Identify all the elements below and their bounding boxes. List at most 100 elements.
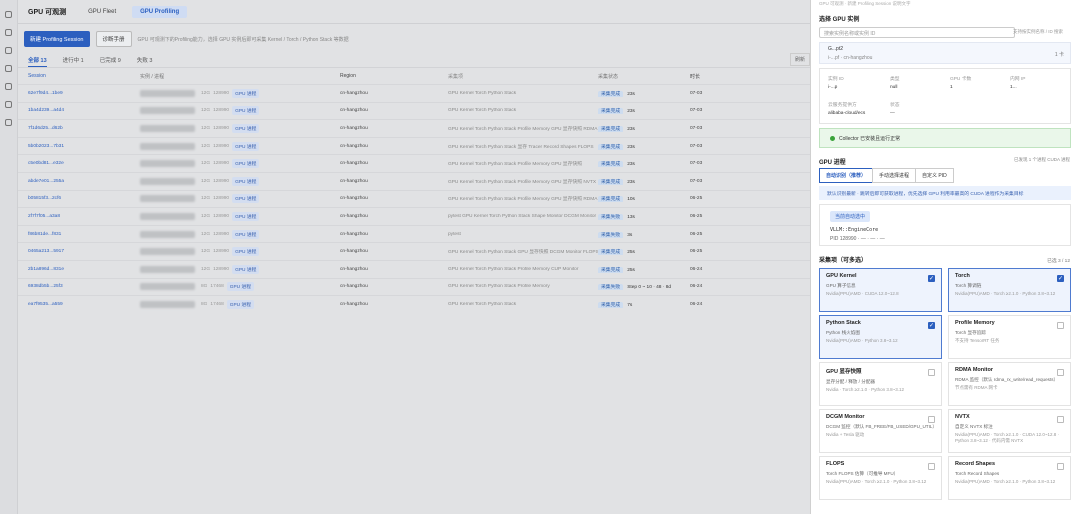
session-link[interactable]: 7f1d6d25...d62b — [28, 126, 140, 131]
checkbox[interactable] — [928, 369, 935, 376]
table-row[interactable]: 1ba4d239...a4d4 12G 128990 GPU 进程 cn-hangzho… — [18, 101, 810, 120]
checkbox[interactable] — [928, 416, 935, 423]
col-session: Session — [28, 73, 46, 79]
checkbox[interactable] — [1057, 463, 1064, 470]
filter-failed[interactable]: 失败 3 — [137, 56, 153, 67]
instance-extra: 12G — [201, 196, 211, 202]
action-bar: 新建 Profiling Session 诊断手册 GPU 可观测下的Profi… — [18, 24, 810, 48]
guide-button[interactable]: 诊断手册 — [95, 31, 132, 47]
checkbox[interactable] — [1057, 369, 1064, 376]
instance-extra: 8G — [201, 284, 208, 290]
collect-item-card[interactable]: RDMA Monitor RDMA 监控（默认 rdma_rx_write/rea… — [948, 362, 1071, 406]
collect-item-card[interactable]: FLOPS Torch FLOPS 估算（可推导 MFU） Nvidia(PPU)A… — [819, 456, 942, 500]
session-link[interactable]: 1ba4d239...a4d4 — [28, 108, 140, 113]
table-row[interactable]: c5e0bd81...e32e 12G 128990 GPU 进程 cn-hangzho… — [18, 154, 810, 172]
session-link[interactable]: abde7e01...255a — [28, 179, 140, 184]
session-link[interactable]: 6938db5b...25f3 — [28, 284, 140, 289]
instance-cell: 12G 128990 GPU 进程 — [140, 141, 340, 151]
tab-auto-detect[interactable]: 自动识别（推荐） — [819, 168, 874, 183]
filter-running[interactable]: 进行中 1 — [63, 56, 84, 67]
checkbox[interactable]: ✓ — [1057, 275, 1064, 282]
process-tag: GPU 进程 — [232, 229, 260, 239]
session-link[interactable]: b05815f3...2cf6 — [28, 196, 140, 201]
redacted-block — [140, 177, 195, 185]
table-row[interactable]: 5b0b2023...7b31 12G 128990 GPU 进程 cn-hangzho… — [18, 136, 810, 155]
region-cell: cn-hangzhou — [340, 90, 368, 96]
settings-icon[interactable] — [5, 83, 12, 90]
session-link[interactable]: 2f7f7f05...a3a8 — [28, 214, 140, 219]
collect-item-desc: Python 栈火焰图 — [826, 330, 860, 335]
status-badge: 采集完成 — [598, 143, 624, 150]
session-table: 62e7f9d4...1be9 12G 128990 GPU 进程 cn-hangzho… — [18, 84, 810, 313]
list-icon[interactable] — [5, 29, 12, 36]
instance-extra: 12G — [201, 125, 211, 131]
create-session-button[interactable]: 新建 Profiling Session — [24, 31, 90, 47]
tab-custom-pid[interactable]: 自定义 PID — [915, 168, 954, 183]
checkbox[interactable]: ✓ — [928, 322, 935, 329]
checkbox[interactable] — [928, 463, 935, 470]
instance-search-input[interactable]: 搜索实例名称或实例 ID — [819, 27, 1015, 38]
process-id: 128990 — [213, 266, 230, 272]
checkbox[interactable]: ✓ — [928, 275, 935, 282]
table-row[interactable]: b05815f3...2cf6 12G 128990 GPU 进程 cn-hangzho… — [18, 189, 810, 208]
collect-item-card[interactable]: Torch Torch 算调链 Nvidia(PPU)AMD · Torch ≥2.… — [948, 268, 1071, 312]
redacted-block — [140, 300, 195, 308]
instance-name: G...pt2 — [828, 46, 844, 52]
collect-item-card[interactable]: Python Stack Python 栈火焰图 Nvidia(PPU)AMD · … — [819, 315, 942, 359]
collect-item-card[interactable]: DCGM Monitor DCGM 监控（默认 FB_FREE/FB_USED/G… — [819, 409, 942, 453]
chart-icon[interactable] — [5, 47, 12, 54]
filter-all[interactable]: 全部 13 — [28, 56, 47, 67]
process-tag: GPU 进程 — [232, 106, 260, 116]
instance-cell: 12G 128990 GPU 进程 — [140, 106, 340, 116]
tab-manual-select[interactable]: 手动选择进程 — [872, 168, 917, 183]
table-row[interactable]: 2f7f7f05...a3a8 12G 128990 GPU 进程 cn-hangzho… — [18, 207, 810, 225]
table-row[interactable]: 62e7f9d4...1be9 12G 128990 GPU 进程 cn-hangzho… — [18, 84, 810, 102]
process-id: 128990 — [213, 196, 230, 202]
session-link[interactable]: 0465a213...5917 — [28, 249, 140, 254]
session-link[interactable]: ea7f9535...a559 — [28, 302, 140, 307]
left-rail — [0, 0, 18, 514]
table-row[interactable]: 0465a213...5917 12G 128990 GPU 进程 cn-hangzho… — [18, 242, 810, 260]
gpu-icon[interactable] — [5, 65, 12, 72]
collect-item-card[interactable]: GPU 显存快照 显存分配 / 释放 / 分配器 Nvidia · Torch ≥2… — [819, 362, 942, 406]
bell-icon[interactable] — [5, 101, 12, 108]
instance-sub: i-...pf · cn-hangzhou — [828, 55, 873, 61]
refresh-button[interactable]: 刷新 — [789, 53, 810, 66]
collect-item-card[interactable]: Record Shapes Torch Record Shapes Nvidia(P… — [948, 456, 1071, 500]
filter-done[interactable]: 已完成 9 — [100, 56, 121, 67]
time-cell: 06-24 — [690, 266, 703, 272]
session-link[interactable]: 62e7f9d4...1be9 — [28, 91, 140, 96]
time-cell: 06-24 — [690, 284, 703, 290]
collect-item-card[interactable]: Profile Memory Torch 显存追踪 不支持 TensorRT 任务 — [948, 315, 1071, 359]
session-link[interactable]: f86b81de...f831 — [28, 232, 140, 237]
checkbox[interactable] — [1057, 416, 1064, 423]
process-tag: GPU 进程 — [232, 264, 260, 274]
collect-cell: GPU Kernel Torch Python Stack Profile Me… — [448, 179, 597, 185]
session-link[interactable]: 5b0b2023...7b31 — [28, 144, 140, 149]
table-row[interactable]: ea7f9535...a559 8G 17468 GPU 进程 cn-hangzhou G… — [18, 295, 810, 313]
time-cell: 06-25 — [690, 231, 703, 237]
user-icon[interactable] — [5, 119, 12, 126]
table-row[interactable]: 7f1d6d25...d62b 12G 128990 GPU 进程 cn-hangzho… — [18, 119, 810, 137]
tab-gpu-profiling[interactable]: GPU Profiling — [132, 5, 188, 18]
region-cell: cn-hangzhou — [340, 213, 368, 219]
table-row[interactable]: f86b81de...f831 12G 128990 GPU 进程 cn-hangzho… — [18, 224, 810, 243]
table-row[interactable]: abde7e01...255a 12G 128990 GPU 进程 cn-hangzho… — [18, 171, 810, 190]
collect-cell: GPU Kernel Torch Python Stack 显存 Tracer … — [448, 144, 594, 150]
checkbox[interactable] — [1057, 322, 1064, 329]
collect-item-name: Record Shapes — [955, 461, 996, 467]
collect-item-card[interactable]: NVTX 自定义 NVTX 标注 Nvidia(PPU)AMD · Torch ≥2… — [948, 409, 1071, 453]
table-row[interactable]: 6938db5b...25f3 8G 17468 GPU 进程 cn-hangzhou G… — [18, 277, 810, 296]
collect-item-card[interactable]: GPU Kernel GPU 算子信息 Nvidia(PPU)AMD · CUDA … — [819, 268, 942, 312]
tab-gpu-fleet[interactable]: GPU Fleet — [88, 9, 116, 15]
status-badge: 采集失败 — [598, 284, 624, 291]
session-link[interactable]: c5e0bd81...e32e — [28, 161, 140, 166]
home-icon[interactable] — [5, 11, 12, 18]
collect-item-desc: Torch 显存追踪 — [955, 330, 986, 335]
instance-extra: 12G — [201, 108, 211, 114]
col-duration: 时长 — [690, 73, 701, 80]
table-row[interactable]: 2b1a896d...831e 12G 128990 GPU 进程 cn-hangzho… — [18, 259, 810, 278]
selected-instance[interactable]: G...pt2 i-...pf · cn-hangzhou 1 卡 — [819, 42, 1071, 64]
status-badge: 采集完成 — [598, 161, 624, 168]
session-link[interactable]: 2b1a896d...831e — [28, 267, 140, 272]
